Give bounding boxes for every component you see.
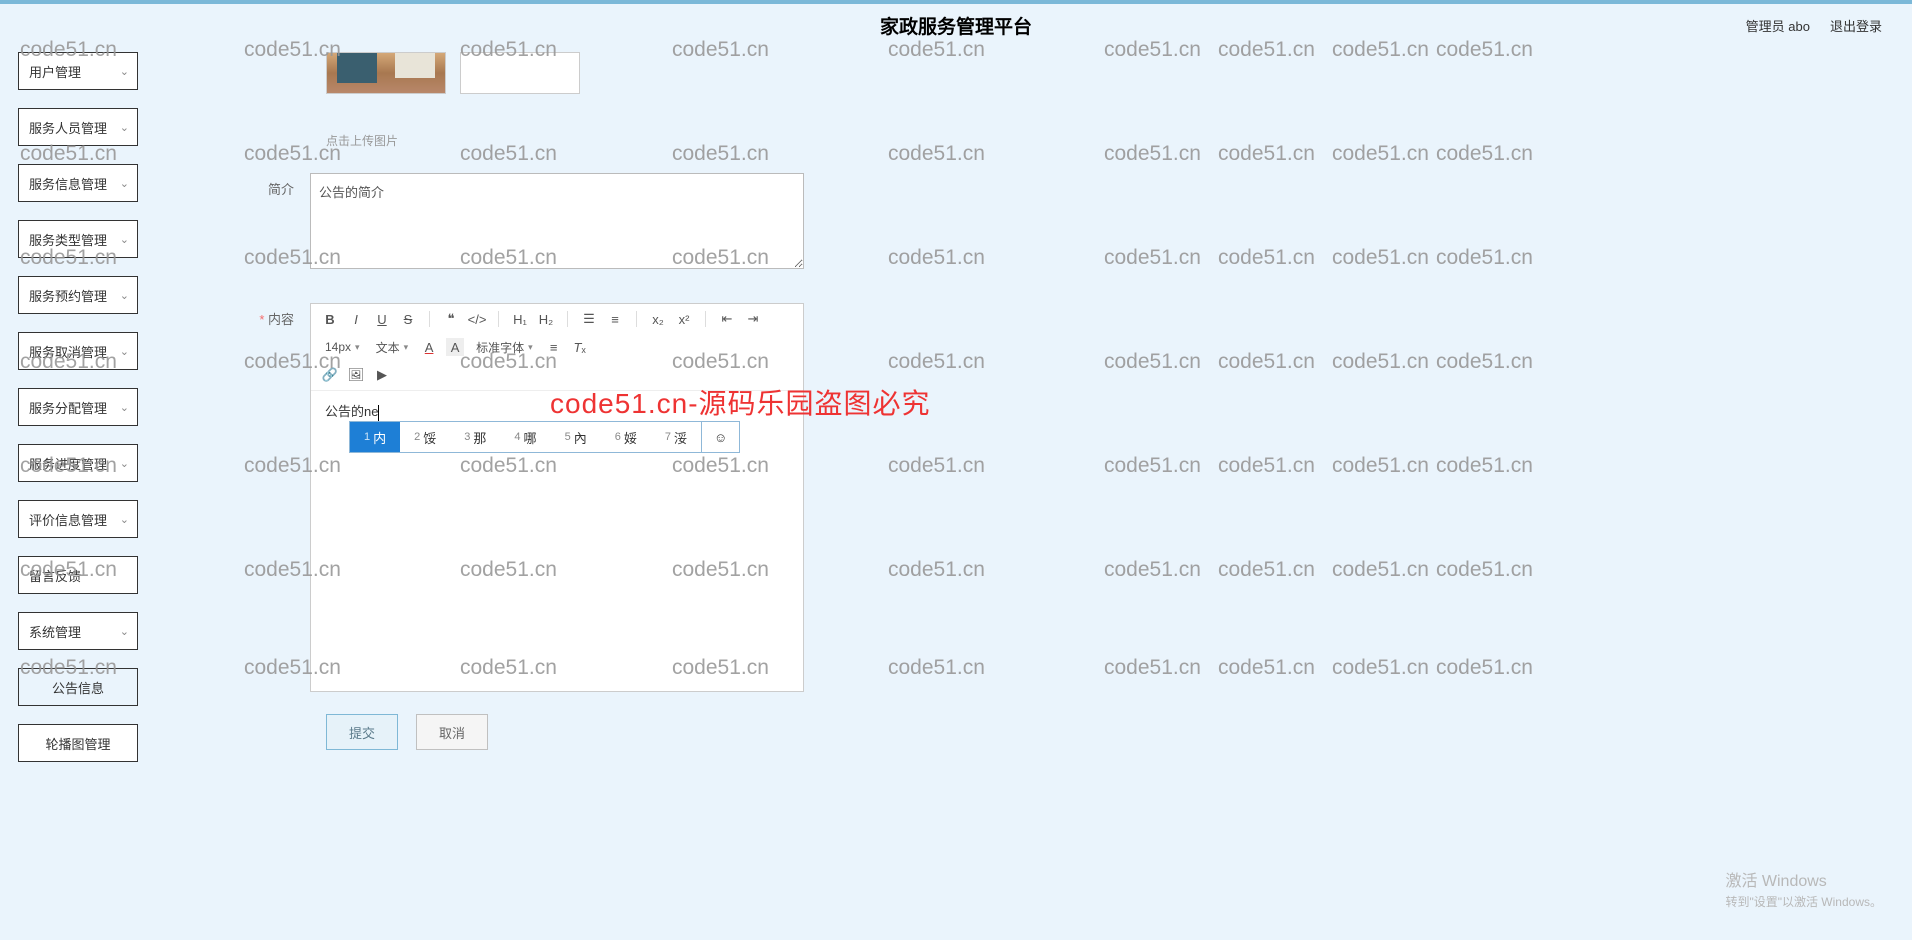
- sidebar-item-0[interactable]: 用户管理 ⌄: [18, 52, 138, 90]
- sidebar-item-label: 评价信息管理: [29, 510, 107, 529]
- content-label: 内容: [200, 303, 310, 692]
- editor-body[interactable]: 公告的ne 1内2馁3那4哪5內6娞7浽☺: [311, 391, 803, 691]
- chevron-down-icon: ⌄: [120, 401, 129, 414]
- ime-candidate-bar: 1内2馁3那4哪5內6娞7浽☺: [349, 421, 740, 453]
- h1-icon[interactable]: H₁: [511, 310, 529, 328]
- uploaded-image-thumb[interactable]: [326, 52, 446, 94]
- bg-color-icon[interactable]: A: [446, 338, 464, 356]
- image-icon[interactable]: 🖼: [347, 366, 365, 384]
- font-family-select[interactable]: 标准字体▾: [472, 339, 537, 356]
- sidebar-item-11[interactable]: 公告信息: [18, 668, 138, 706]
- quote-icon[interactable]: ❝: [442, 310, 460, 328]
- sidebar-item-label: 服务预约管理: [29, 286, 107, 305]
- upload-hint: 点击上传图片: [326, 132, 1892, 149]
- sidebar-item-label: 服务取消管理: [29, 342, 107, 361]
- sidebar-item-label: 公告信息: [52, 678, 104, 697]
- sidebar-item-12[interactable]: 轮播图管理: [18, 724, 138, 762]
- logout-link[interactable]: 退出登录: [1830, 16, 1882, 35]
- indent-right-icon[interactable]: ⇥: [744, 310, 762, 328]
- chevron-down-icon: ⌄: [120, 233, 129, 246]
- italic-icon[interactable]: I: [347, 310, 365, 328]
- app-title: 家政服务管理平台: [880, 12, 1032, 39]
- ime-candidate-7[interactable]: 7浽: [651, 422, 701, 452]
- sidebar-item-4[interactable]: 服务预约管理 ⌄: [18, 276, 138, 314]
- superscript-icon[interactable]: x²: [675, 310, 693, 328]
- cancel-button[interactable]: 取消: [416, 714, 488, 750]
- sidebar-item-1[interactable]: 服务人员管理 ⌄: [18, 108, 138, 146]
- list-unordered-icon[interactable]: ≡: [606, 310, 624, 328]
- text-cursor: [378, 405, 379, 421]
- h2-icon[interactable]: H₂: [537, 310, 555, 328]
- image-upload-row: [326, 52, 1892, 94]
- sidebar-item-2[interactable]: 服务信息管理 ⌄: [18, 164, 138, 202]
- chevron-down-icon: ⌄: [120, 513, 129, 526]
- code-icon[interactable]: </>: [468, 310, 486, 328]
- bold-icon[interactable]: B: [321, 310, 339, 328]
- font-size-select[interactable]: 14px▾: [321, 340, 364, 354]
- ime-candidate-5[interactable]: 5內: [551, 422, 601, 452]
- sidebar-item-label: 系统管理: [29, 622, 81, 641]
- editor-toolbar: B I U S ❝ </> H₁ H₂ ☰ ≡ x₂ x²: [311, 304, 803, 391]
- ime-candidate-4[interactable]: 4哪: [500, 422, 550, 452]
- ime-candidate-1[interactable]: 1内: [350, 422, 400, 452]
- ime-candidate-6[interactable]: 6娞: [601, 422, 651, 452]
- sidebar-item-10[interactable]: 系统管理 ⌄: [18, 612, 138, 650]
- align-icon[interactable]: ≡: [545, 338, 563, 356]
- link-icon[interactable]: 🔗: [321, 366, 339, 384]
- sidebar-item-5[interactable]: 服务取消管理 ⌄: [18, 332, 138, 370]
- form-row-intro: 简介: [200, 173, 1892, 269]
- indent-left-icon[interactable]: ⇤: [718, 310, 736, 328]
- intro-label: 简介: [200, 173, 310, 269]
- rich-editor: B I U S ❝ </> H₁ H₂ ☰ ≡ x₂ x²: [310, 303, 804, 692]
- list-ordered-icon[interactable]: ☰: [580, 310, 598, 328]
- header-right: 管理员 abo 退出登录: [1746, 16, 1882, 35]
- chevron-down-icon: ⌄: [120, 457, 129, 470]
- font-style-select[interactable]: 文本▾: [372, 339, 413, 356]
- sidebar-item-3[interactable]: 服务类型管理 ⌄: [18, 220, 138, 258]
- action-row: 提交 取消: [326, 714, 1892, 750]
- sidebar-item-9[interactable]: 留言反馈: [18, 556, 138, 594]
- video-icon[interactable]: ▶: [373, 366, 391, 384]
- sidebar-item-label: 服务进度管理: [29, 454, 107, 473]
- chevron-down-icon: ⌄: [120, 177, 129, 190]
- sidebar-item-label: 轮播图管理: [45, 734, 110, 753]
- sidebar-item-label: 服务分配管理: [29, 398, 107, 417]
- sidebar-item-label: 服务类型管理: [29, 230, 107, 249]
- ime-candidate-3[interactable]: 3那: [450, 422, 500, 452]
- sidebar-item-label: 服务信息管理: [29, 174, 107, 193]
- chevron-down-icon: ⌄: [120, 345, 129, 358]
- chevron-down-icon: ⌄: [120, 65, 129, 78]
- clear-format-icon[interactable]: Tₓ: [571, 338, 589, 356]
- submit-button[interactable]: 提交: [326, 714, 398, 750]
- underline-icon[interactable]: U: [373, 310, 391, 328]
- chevron-down-icon: ⌄: [120, 289, 129, 302]
- chevron-down-icon: ⌄: [120, 625, 129, 638]
- upload-placeholder[interactable]: [460, 52, 580, 94]
- intro-textarea[interactable]: [310, 173, 804, 269]
- sidebar-item-label: 用户管理: [29, 62, 81, 81]
- strike-icon[interactable]: S: [399, 310, 417, 328]
- sidebar-item-8[interactable]: 评价信息管理 ⌄: [18, 500, 138, 538]
- main-content: 点击上传图片 简介 内容 B I U S ❝ </> H₁ H₂: [200, 48, 1892, 940]
- ime-emoji-icon[interactable]: ☺: [701, 422, 739, 452]
- sidebar-item-6[interactable]: 服务分配管理 ⌄: [18, 388, 138, 426]
- header: 家政服务管理平台 管理员 abo 退出登录: [0, 4, 1912, 46]
- sidebar: 用户管理 ⌄ 服务人员管理 ⌄ 服务信息管理 ⌄ 服务类型管理 ⌄ 服务预约管理 ⌄ 服务取消管理 ⌄…: [18, 52, 138, 780]
- sidebar-item-7[interactable]: 服务进度管理 ⌄: [18, 444, 138, 482]
- subscript-icon[interactable]: x₂: [649, 310, 667, 328]
- admin-label[interactable]: 管理员 abo: [1746, 16, 1810, 35]
- ime-candidate-2[interactable]: 2馁: [400, 422, 450, 452]
- editor-text: 公告的ne: [325, 404, 378, 419]
- sidebar-item-label: 服务人员管理: [29, 118, 107, 137]
- chevron-down-icon: ⌄: [120, 121, 129, 134]
- form-row-content: 内容 B I U S ❝ </> H₁ H₂ ☰ ≡: [200, 303, 1892, 692]
- font-color-icon[interactable]: A: [420, 338, 438, 356]
- sidebar-item-label: 留言反馈: [29, 566, 81, 585]
